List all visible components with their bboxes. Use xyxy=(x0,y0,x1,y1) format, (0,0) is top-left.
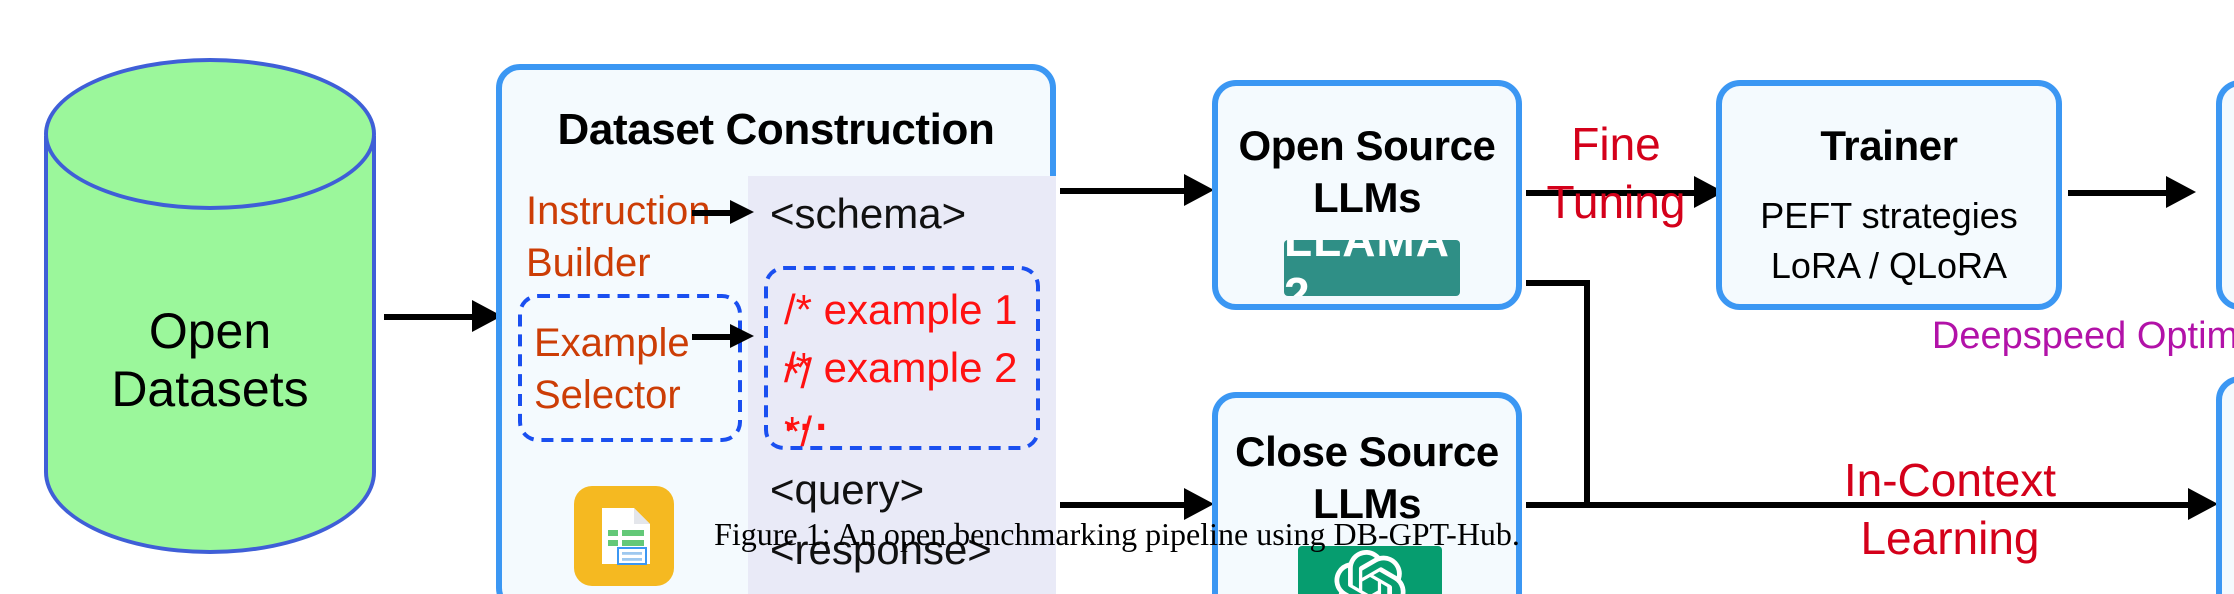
close-source-title-line1: Close Source xyxy=(1235,430,1499,476)
example-selector-box[interactable]: Example Selector xyxy=(518,294,742,442)
cylinder-top-ellipse xyxy=(44,58,376,210)
deepspeed-optimization-label: Deepspeed Optimization xyxy=(1931,316,2234,358)
predictor-bottom-card[interactable]: Predictor Prompting xyxy=(2216,376,2234,594)
example-selector-line1: Example xyxy=(534,322,690,366)
open-source-llms-card[interactable]: Open Source LLMs LLAMA 2 xyxy=(1212,80,1522,310)
schema-text: <schema> xyxy=(770,192,967,238)
predictor-top-card[interactable]: Predictor Adaptive Parallelism xyxy=(2216,80,2234,310)
trainer-sub2: LoRA / QLoRA xyxy=(1770,246,2008,286)
predictor-bottom-title: Predictor xyxy=(2222,426,2234,474)
openai-logo xyxy=(1298,546,1442,594)
llama2-logo-text: LLAMA 2 xyxy=(1284,240,1449,296)
dataset-construction-title: Dataset Construction xyxy=(557,104,995,154)
open-datasets-label: Open Datasets xyxy=(111,304,309,418)
open-source-title-line2: LLMs xyxy=(1312,176,1422,222)
figure-caption: Figure 1: An open benchmarking pipeline … xyxy=(714,516,1520,552)
fine-tuning-label: Fine Tuning xyxy=(1516,116,1716,232)
dataset-construction-card[interactable]: Dataset Construction Instruction Builder… xyxy=(496,64,1056,594)
examples-ellipsis: ... xyxy=(784,394,832,440)
instruction-builder-line1: Instruction xyxy=(526,190,711,234)
arrow-selector-to-examples-head xyxy=(730,324,754,348)
trainer-title: Trainer xyxy=(1820,124,1958,170)
example-selector-line2: Selector xyxy=(534,374,681,418)
figure-canvas: Open Datasets Dataset Construction Instr… xyxy=(0,0,2234,594)
close-source-llms-card[interactable]: Close Source LLMs xyxy=(1212,392,1522,594)
trainer-card[interactable]: Trainer PEFT strategies LoRA / QLoRA xyxy=(1716,80,2062,310)
examples-box[interactable]: /* example 1 */ /* example 2 */ ... xyxy=(764,266,1040,456)
trainer-sub1: PEFT strategies xyxy=(1760,196,2018,236)
predictor-top-sub2: Parallelism xyxy=(2222,246,2234,288)
query-text: <query> xyxy=(770,468,925,514)
open-source-title-line1: Open Source xyxy=(1238,124,1496,170)
predictor-top-title: Predictor xyxy=(2222,124,2234,172)
instruction-builder-line2: Builder xyxy=(526,242,651,286)
in-context-line1: In-Context xyxy=(1843,454,2057,506)
fine-tuning-line1: Fine xyxy=(1571,118,1661,170)
instruction-builder-label: Instruction Builder xyxy=(526,186,742,290)
arrow-instruction-to-schema-head xyxy=(730,200,754,224)
example-selector-label: Example Selector xyxy=(534,318,690,422)
open-source-llms-title: Open Source LLMs xyxy=(1218,122,1516,226)
predictor-top-sub1: Adaptive xyxy=(2222,196,2234,238)
llama2-logo: LLAMA 2 xyxy=(1284,240,1460,296)
fine-tuning-line2: Tuning xyxy=(1546,176,1686,228)
